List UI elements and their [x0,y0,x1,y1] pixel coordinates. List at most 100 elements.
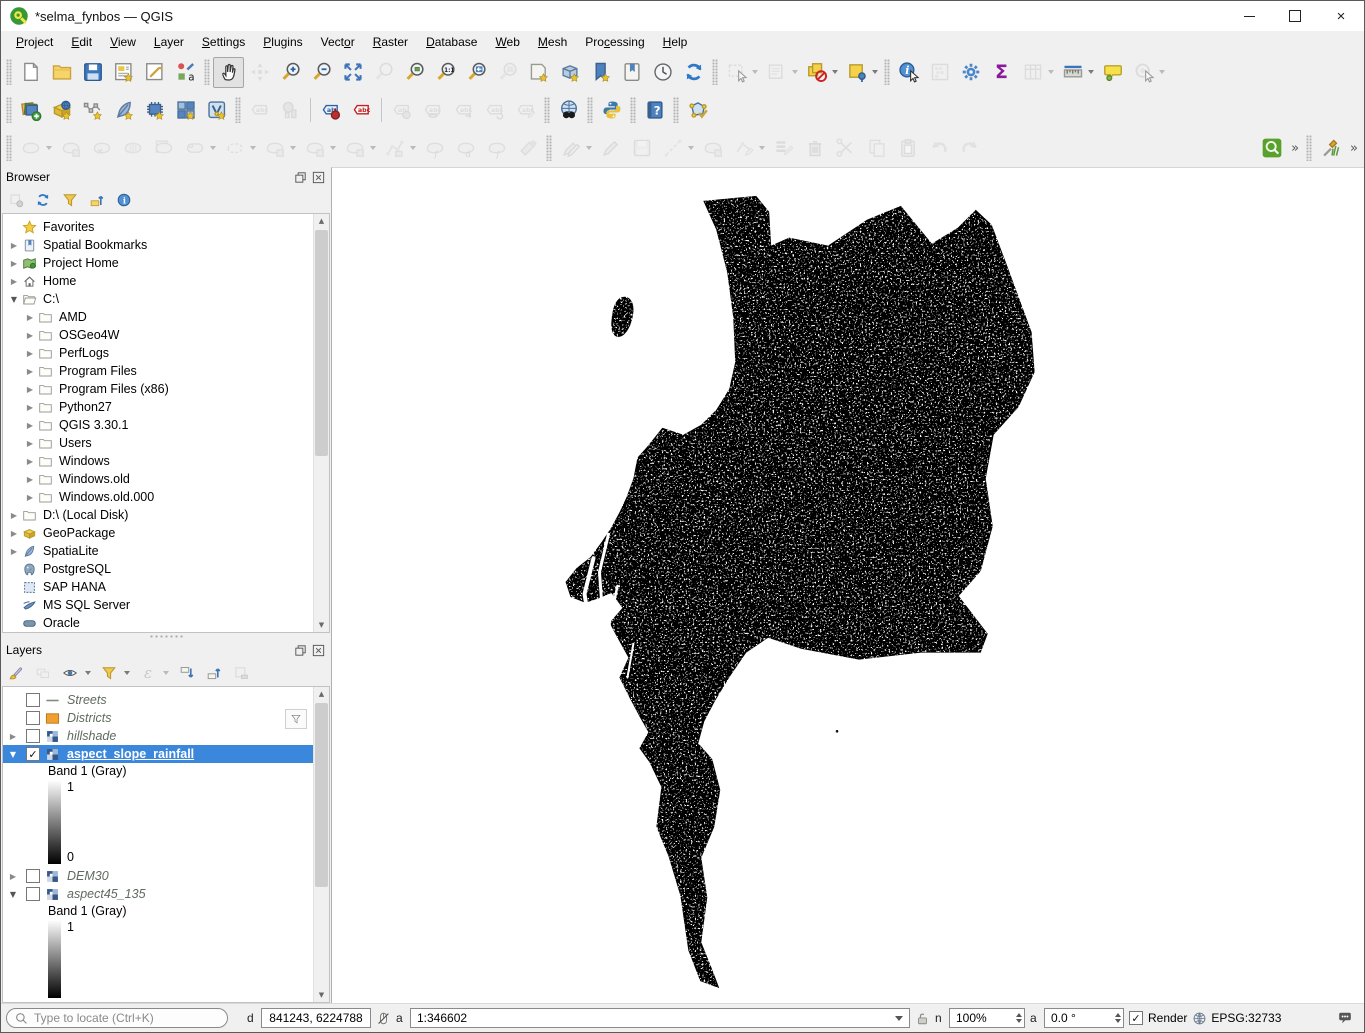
expander-icon[interactable]: ▶ [23,403,37,412]
statistical-summary-button[interactable] [924,57,955,88]
menu-project[interactable]: Project [7,33,62,51]
measure-button[interactable] [1057,57,1088,88]
digitize-ellipse-dropdown[interactable] [370,146,376,150]
messages-button[interactable] [1337,1010,1353,1026]
expander-icon[interactable]: ▼ [6,750,20,759]
scroll-up-icon[interactable]: ▲ [314,214,329,228]
show-unplaced-labels-button[interactable] [275,95,306,126]
filter-browser-button[interactable] [58,189,82,211]
expander-icon[interactable]: ▶ [7,259,21,268]
lock-scale-icon[interactable] [915,1011,930,1026]
browser-item[interactable]: ▶Windows.old [3,470,313,488]
add-group-button[interactable] [31,662,55,684]
expander-icon[interactable]: ▶ [23,367,37,376]
new-virtual-layer-button[interactable] [170,95,201,126]
expander-icon[interactable]: ▶ [6,732,20,741]
browser-scrollbar[interactable]: ▲ ▼ [313,214,329,632]
map-tips-button[interactable] [1097,57,1128,88]
show-hide-labels-button[interactable]: abc [417,95,448,126]
zoom-next-button[interactable] [492,57,523,88]
advanced-digitizing-button[interactable] [379,133,410,164]
new-shapefile-layer-button[interactable] [77,95,108,126]
vertex-editor-dropdown[interactable] [759,146,765,150]
browser-item[interactable]: ▶OSGeo4W [3,326,313,344]
browser-item[interactable]: ▶Program Files (x86) [3,380,313,398]
browser-item[interactable]: Favorites [3,218,313,236]
stream-digitize-button[interactable] [259,133,290,164]
layer-visibility-checkbox[interactable]: ✓ [26,747,40,761]
crs-status-button[interactable]: EPSG:32733 [1192,1011,1281,1026]
layer-row[interactable]: Districts [3,709,313,727]
close-button[interactable]: × [1318,1,1364,31]
toolbar-handle[interactable] [6,97,12,123]
minimize-button[interactable] [1226,1,1272,31]
toolbar-handle[interactable] [6,59,12,85]
menu-raster[interactable]: Raster [364,33,417,51]
select-by-location-button[interactable] [841,57,872,88]
deselect-features-dropdown[interactable] [832,70,838,74]
toggle-editing-button[interactable] [55,133,86,164]
check-geometries-button[interactable] [682,95,713,126]
new-temporary-scratch-layer-button[interactable] [139,95,170,126]
layer-visibility-checkbox[interactable] [26,711,40,725]
layer-labeling-options-button[interactable]: ab [315,95,346,126]
browser-item[interactable]: ▶Windows [3,452,313,470]
new-mesh-layer-button[interactable] [201,95,232,126]
digitize-shape-button[interactable] [148,133,179,164]
copy-features-button[interactable] [861,133,892,164]
open-layer-styling-button[interactable] [4,662,28,684]
select-features-button[interactable] [721,57,752,88]
browser-item[interactable]: ▶GeoPackage [3,524,313,542]
add-part-button[interactable]: ∫ [481,133,512,164]
filter-legend-button[interactable] [97,662,121,684]
toolbar-handle[interactable] [204,59,210,85]
zoom-level-plugin-button[interactable] [1256,133,1287,164]
undo-button[interactable] [923,133,954,164]
browser-item[interactable]: ▶Project Home [3,254,313,272]
toolbar-handle[interactable] [630,97,636,123]
toolbar-handle[interactable] [6,135,12,161]
change-label-properties-button[interactable]: abc [510,95,541,126]
toolbar-handle[interactable] [587,97,593,123]
run-feature-action-dropdown[interactable] [1159,70,1165,74]
map-canvas[interactable] [331,167,1364,1003]
filter-by-expression-dropdown[interactable] [163,671,169,675]
toolbar-overflow-2[interactable]: » [1346,133,1362,164]
pin-unpin-labels-button[interactable]: ab [386,95,417,126]
layer-row[interactable]: Streets [3,691,313,709]
expander-icon[interactable]: ▶ [23,421,37,430]
save-edits-button[interactable] [626,133,657,164]
open-data-source-manager-button[interactable] [15,95,46,126]
menu-settings[interactable]: Settings [193,33,254,51]
browser-item[interactable]: MS SQL Server [3,596,313,614]
current-edits-button[interactable] [15,133,46,164]
digitize-curve-dropdown[interactable] [250,146,256,150]
browser-item[interactable]: ▶Program Files [3,362,313,380]
layer-row[interactable]: ▶hillshade [3,727,313,745]
temporal-controller-button[interactable] [647,57,678,88]
refresh-browser-button[interactable] [31,189,55,211]
render-checkbox[interactable]: ✓ [1129,1011,1143,1025]
browser-item[interactable]: Oracle [3,614,313,632]
expander-icon[interactable]: ▶ [7,277,21,286]
pan-map-button[interactable] [213,57,244,88]
chevron-down-icon[interactable] [895,1016,903,1021]
layers-close-button[interactable] [311,643,326,658]
layer-visibility-checkbox[interactable] [26,887,40,901]
processing-toolbox-button[interactable] [955,57,986,88]
expander-icon[interactable]: ▼ [6,890,20,899]
expander-icon[interactable]: ▶ [23,439,37,448]
layer-diagram-options-button[interactable]: abc [346,95,377,126]
layer-row[interactable]: ▼aspect45_135 [3,885,313,903]
digitize-with-segment-button[interactable] [117,133,148,164]
browser-item[interactable]: ▶Spatial Bookmarks [3,236,313,254]
rotate-label-button[interactable]: abc [479,95,510,126]
menu-plugins[interactable]: Plugins [254,33,311,51]
new-project-button[interactable] [15,57,46,88]
menu-view[interactable]: View [101,33,145,51]
layer-row[interactable]: ▼✓aspect_slope_rainfall [3,745,313,763]
expand-all-button[interactable] [175,662,199,684]
expander-icon[interactable]: ▶ [23,331,37,340]
zoom-to-selection-button[interactable] [368,57,399,88]
style-manager-button[interactable]: a [170,57,201,88]
